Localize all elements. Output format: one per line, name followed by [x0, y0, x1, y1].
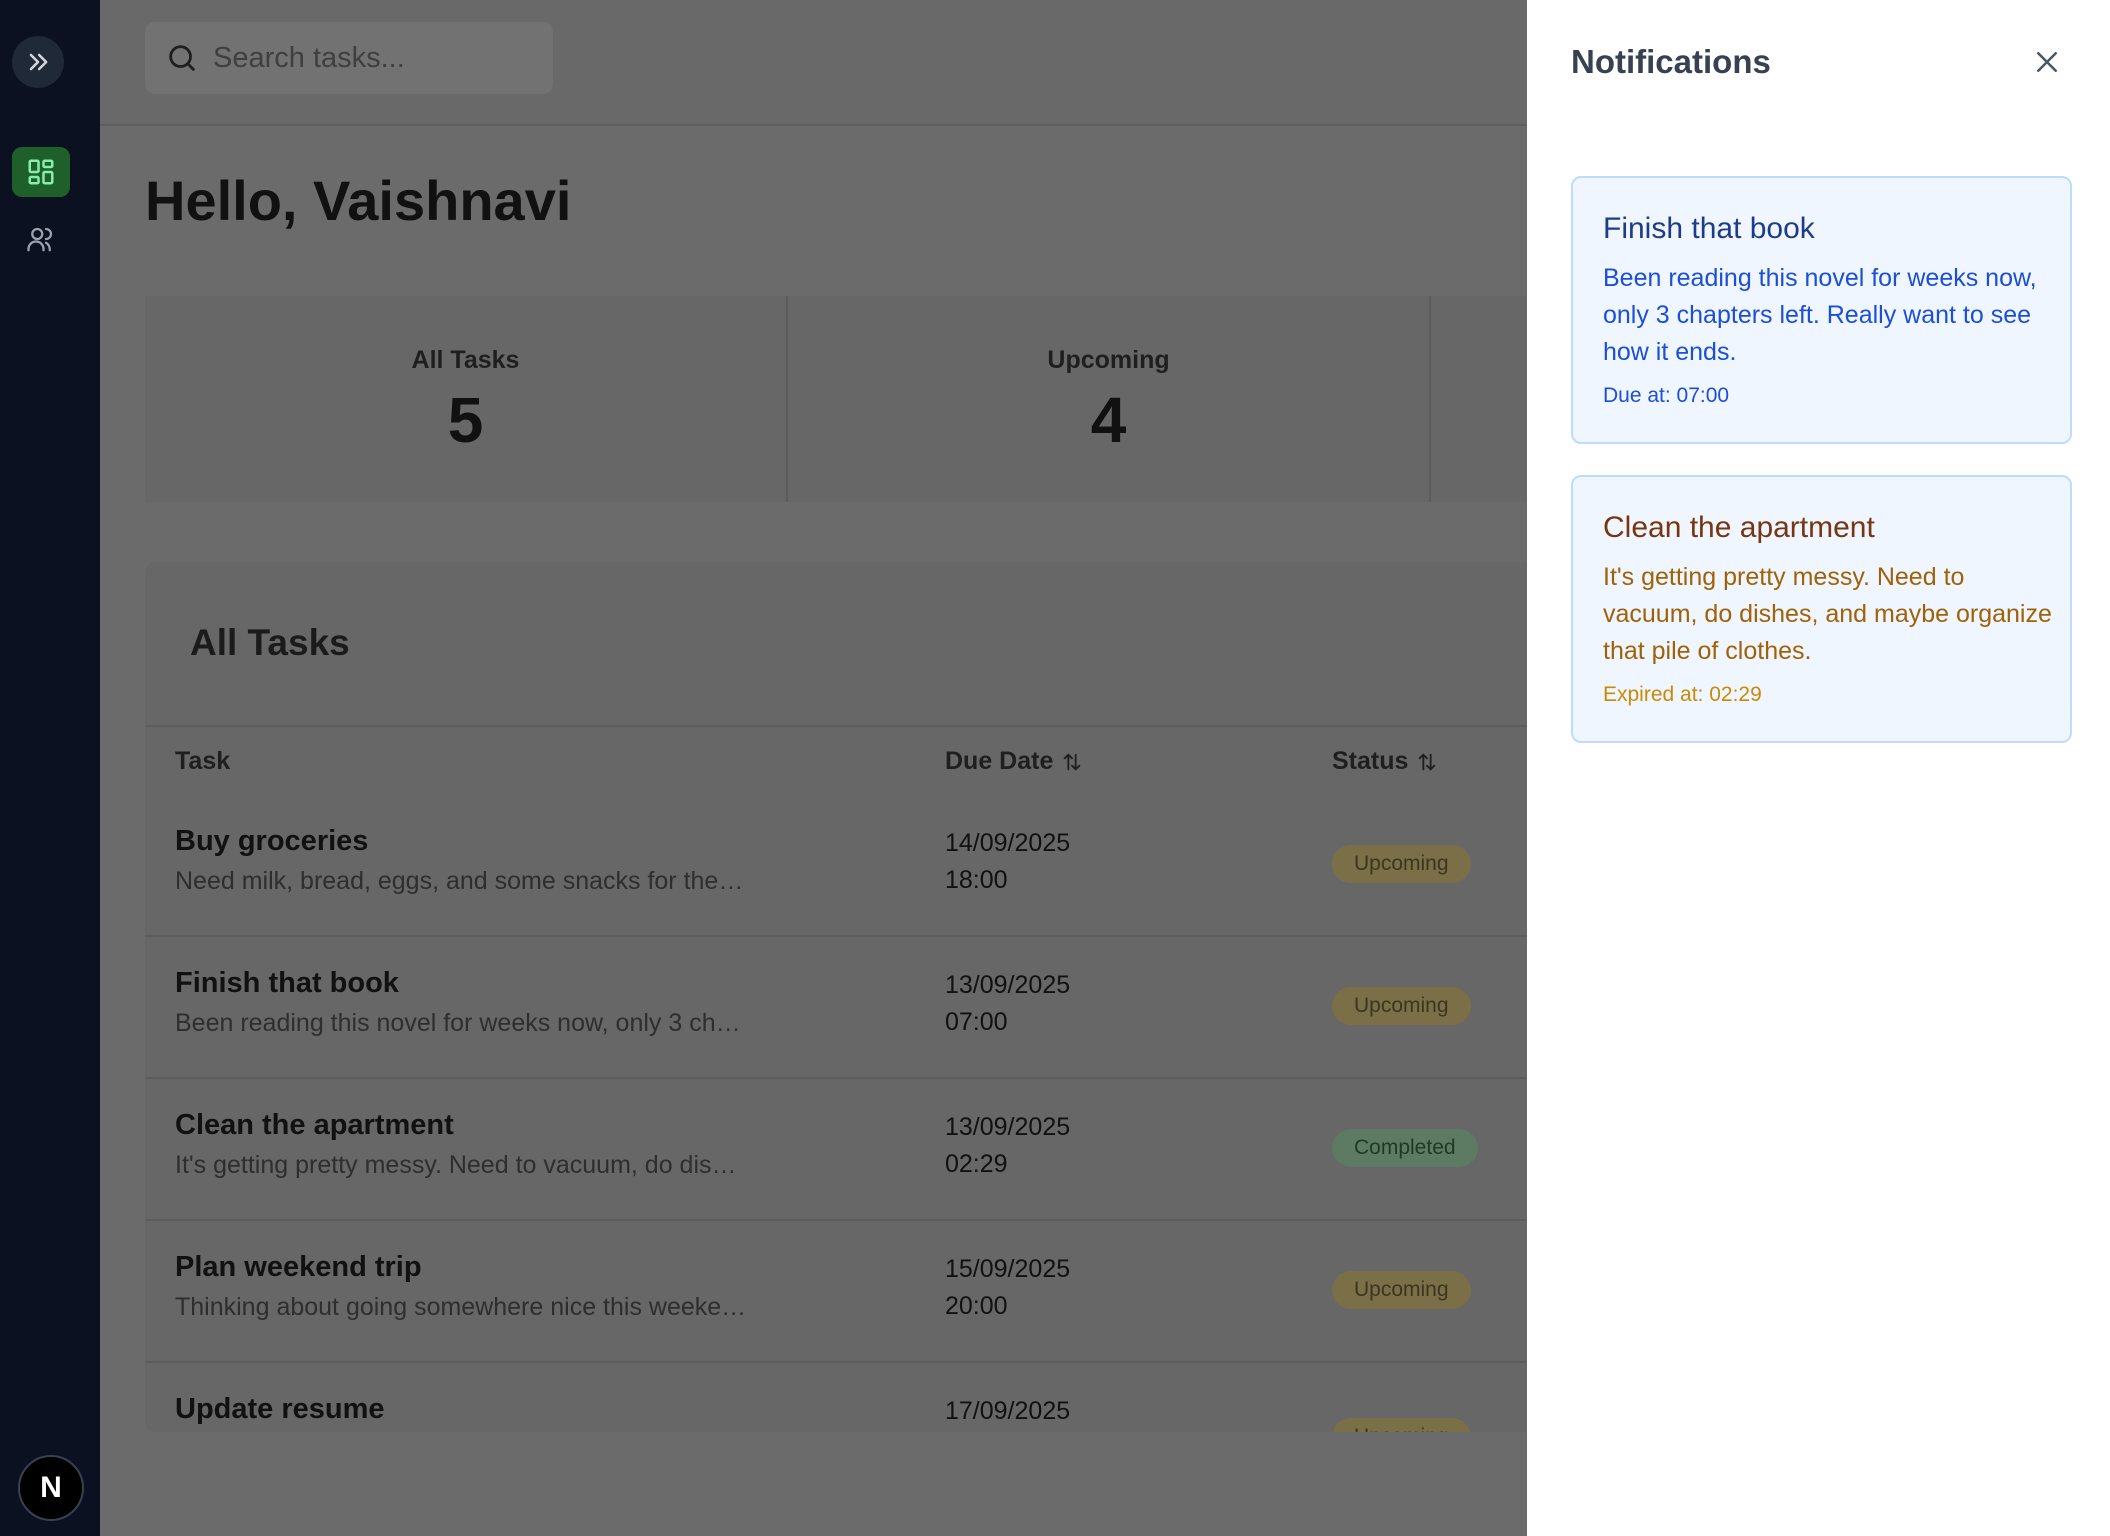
column-header-label: Status	[1332, 747, 1409, 775]
stat-label: Upcoming	[1047, 346, 1170, 374]
due-time: 18:00	[945, 866, 1008, 894]
layout-grid-icon	[28, 159, 54, 185]
status-badge: Upcoming	[1332, 1418, 1471, 1432]
status-badge: Completed	[1332, 1129, 1478, 1167]
close-button[interactable]	[2027, 42, 2067, 82]
task-due-date: 13/09/2025 07:00	[945, 967, 1070, 1041]
close-icon	[2037, 52, 2057, 72]
task-title: Clean the apartment	[175, 1109, 454, 1141]
task-description: Thinking about going somewhere nice this…	[175, 1293, 747, 1321]
due-date: 13/09/2025	[945, 1113, 1071, 1141]
task-due-date: 15/09/2025 20:00	[945, 1251, 1070, 1325]
chevrons-right-icon	[29, 53, 48, 71]
task-due-date: 13/09/2025 02:29	[945, 1109, 1070, 1183]
column-header-label: Task	[175, 747, 231, 775]
stat-value: 5	[447, 384, 484, 456]
task-description: Been reading this novel for weeks now, o…	[175, 1009, 741, 1037]
column-header-status[interactable]: Status	[1332, 747, 1438, 776]
notification-time: Expired at: 02:29	[1603, 683, 1762, 706]
sidebar-item-users[interactable]	[12, 214, 70, 264]
table-row[interactable]: Clean the apartment It's getting pretty …	[145, 1079, 1527, 1221]
notifications-title: Notifications	[1571, 43, 1771, 80]
task-title: Finish that book	[175, 967, 399, 999]
status-badge: Upcoming	[1332, 1271, 1471, 1309]
search-icon	[169, 45, 195, 71]
notification-body: It's getting pretty messy. Need to vacuu…	[1603, 563, 2052, 665]
task-title: Update resume	[175, 1393, 385, 1425]
due-time: 20:00	[945, 1292, 1008, 1320]
notification-title: Clean the apartment	[1603, 511, 1875, 544]
notification-card[interactable]: Finish that book Been reading this novel…	[1571, 176, 2072, 444]
tasks-panel-title: All Tasks	[190, 622, 350, 663]
search-input[interactable]	[213, 41, 533, 75]
task-description: It's getting pretty messy. Need to vacuu…	[175, 1151, 737, 1179]
due-time: 07:00	[945, 1008, 1008, 1036]
column-header-due-date[interactable]: Due Date	[945, 747, 1083, 776]
status-badge: Upcoming	[1332, 987, 1471, 1025]
stat-value: 4	[1090, 384, 1127, 456]
column-header-task[interactable]: Task	[175, 747, 230, 776]
table-header: Task Due Date Status	[145, 725, 1527, 795]
task-due-date: 17/09/2025	[945, 1393, 1070, 1430]
due-date: 17/09/2025	[945, 1397, 1071, 1425]
task-title: Plan weekend trip	[175, 1251, 422, 1283]
top-bar	[100, 0, 1527, 126]
stats-row: All Tasks 5 Upcoming 4	[145, 296, 1527, 502]
stat-card: All Tasks 5	[145, 296, 788, 502]
notification-card[interactable]: Clean the apartment It's getting pretty …	[1571, 475, 2072, 743]
table-row[interactable]: Finish that book Been reading this novel…	[145, 937, 1527, 1079]
stat-label: All Tasks	[411, 346, 520, 374]
table-row[interactable]: Update resume 17/09/2025 Upcoming	[145, 1363, 1527, 1432]
notification-title: Finish that book	[1603, 212, 1815, 245]
sort-icon	[1064, 752, 1081, 771]
due-date: 13/09/2025	[945, 971, 1071, 999]
notifications-drawer: Notifications Finish that book Been read…	[1527, 0, 2110, 1536]
page-title: Hello, Vaishnavi	[145, 169, 572, 232]
sidebar: N	[0, 0, 100, 1536]
due-date: 15/09/2025	[945, 1255, 1071, 1283]
users-icon	[27, 227, 53, 252]
sidebar-item-dashboard[interactable]	[12, 147, 70, 197]
task-due-date: 14/09/2025 18:00	[945, 825, 1070, 899]
sort-icon	[1419, 752, 1436, 771]
due-time: 02:29	[945, 1150, 1008, 1178]
sidebar-toggle-button[interactable]	[12, 36, 64, 88]
due-date: 14/09/2025	[945, 829, 1071, 857]
avatar-initial: N	[40, 1471, 62, 1504]
avatar[interactable]: N	[18, 1455, 84, 1521]
status-badge: Upcoming	[1332, 845, 1471, 883]
table-row[interactable]: Plan weekend trip Thinking about going s…	[145, 1221, 1527, 1363]
notification-time: Due at: 07:00	[1603, 384, 1730, 407]
notification-body: Been reading this novel for weeks now, o…	[1603, 264, 2037, 366]
tasks-panel: All Tasks Task Due Date Status Buy groce…	[145, 562, 1527, 1432]
main-content: Hello, Vaishnavi All Tasks 5 Upcoming 4 …	[100, 0, 1527, 1536]
task-title: Buy groceries	[175, 825, 369, 857]
search-box[interactable]	[145, 22, 553, 94]
column-header-label: Due Date	[945, 747, 1054, 775]
table-row[interactable]: Buy groceries Need milk, bread, eggs, an…	[145, 795, 1527, 937]
task-description: Need milk, bread, eggs, and some snacks …	[175, 867, 744, 895]
stat-card: Upcoming 4	[788, 296, 1431, 502]
